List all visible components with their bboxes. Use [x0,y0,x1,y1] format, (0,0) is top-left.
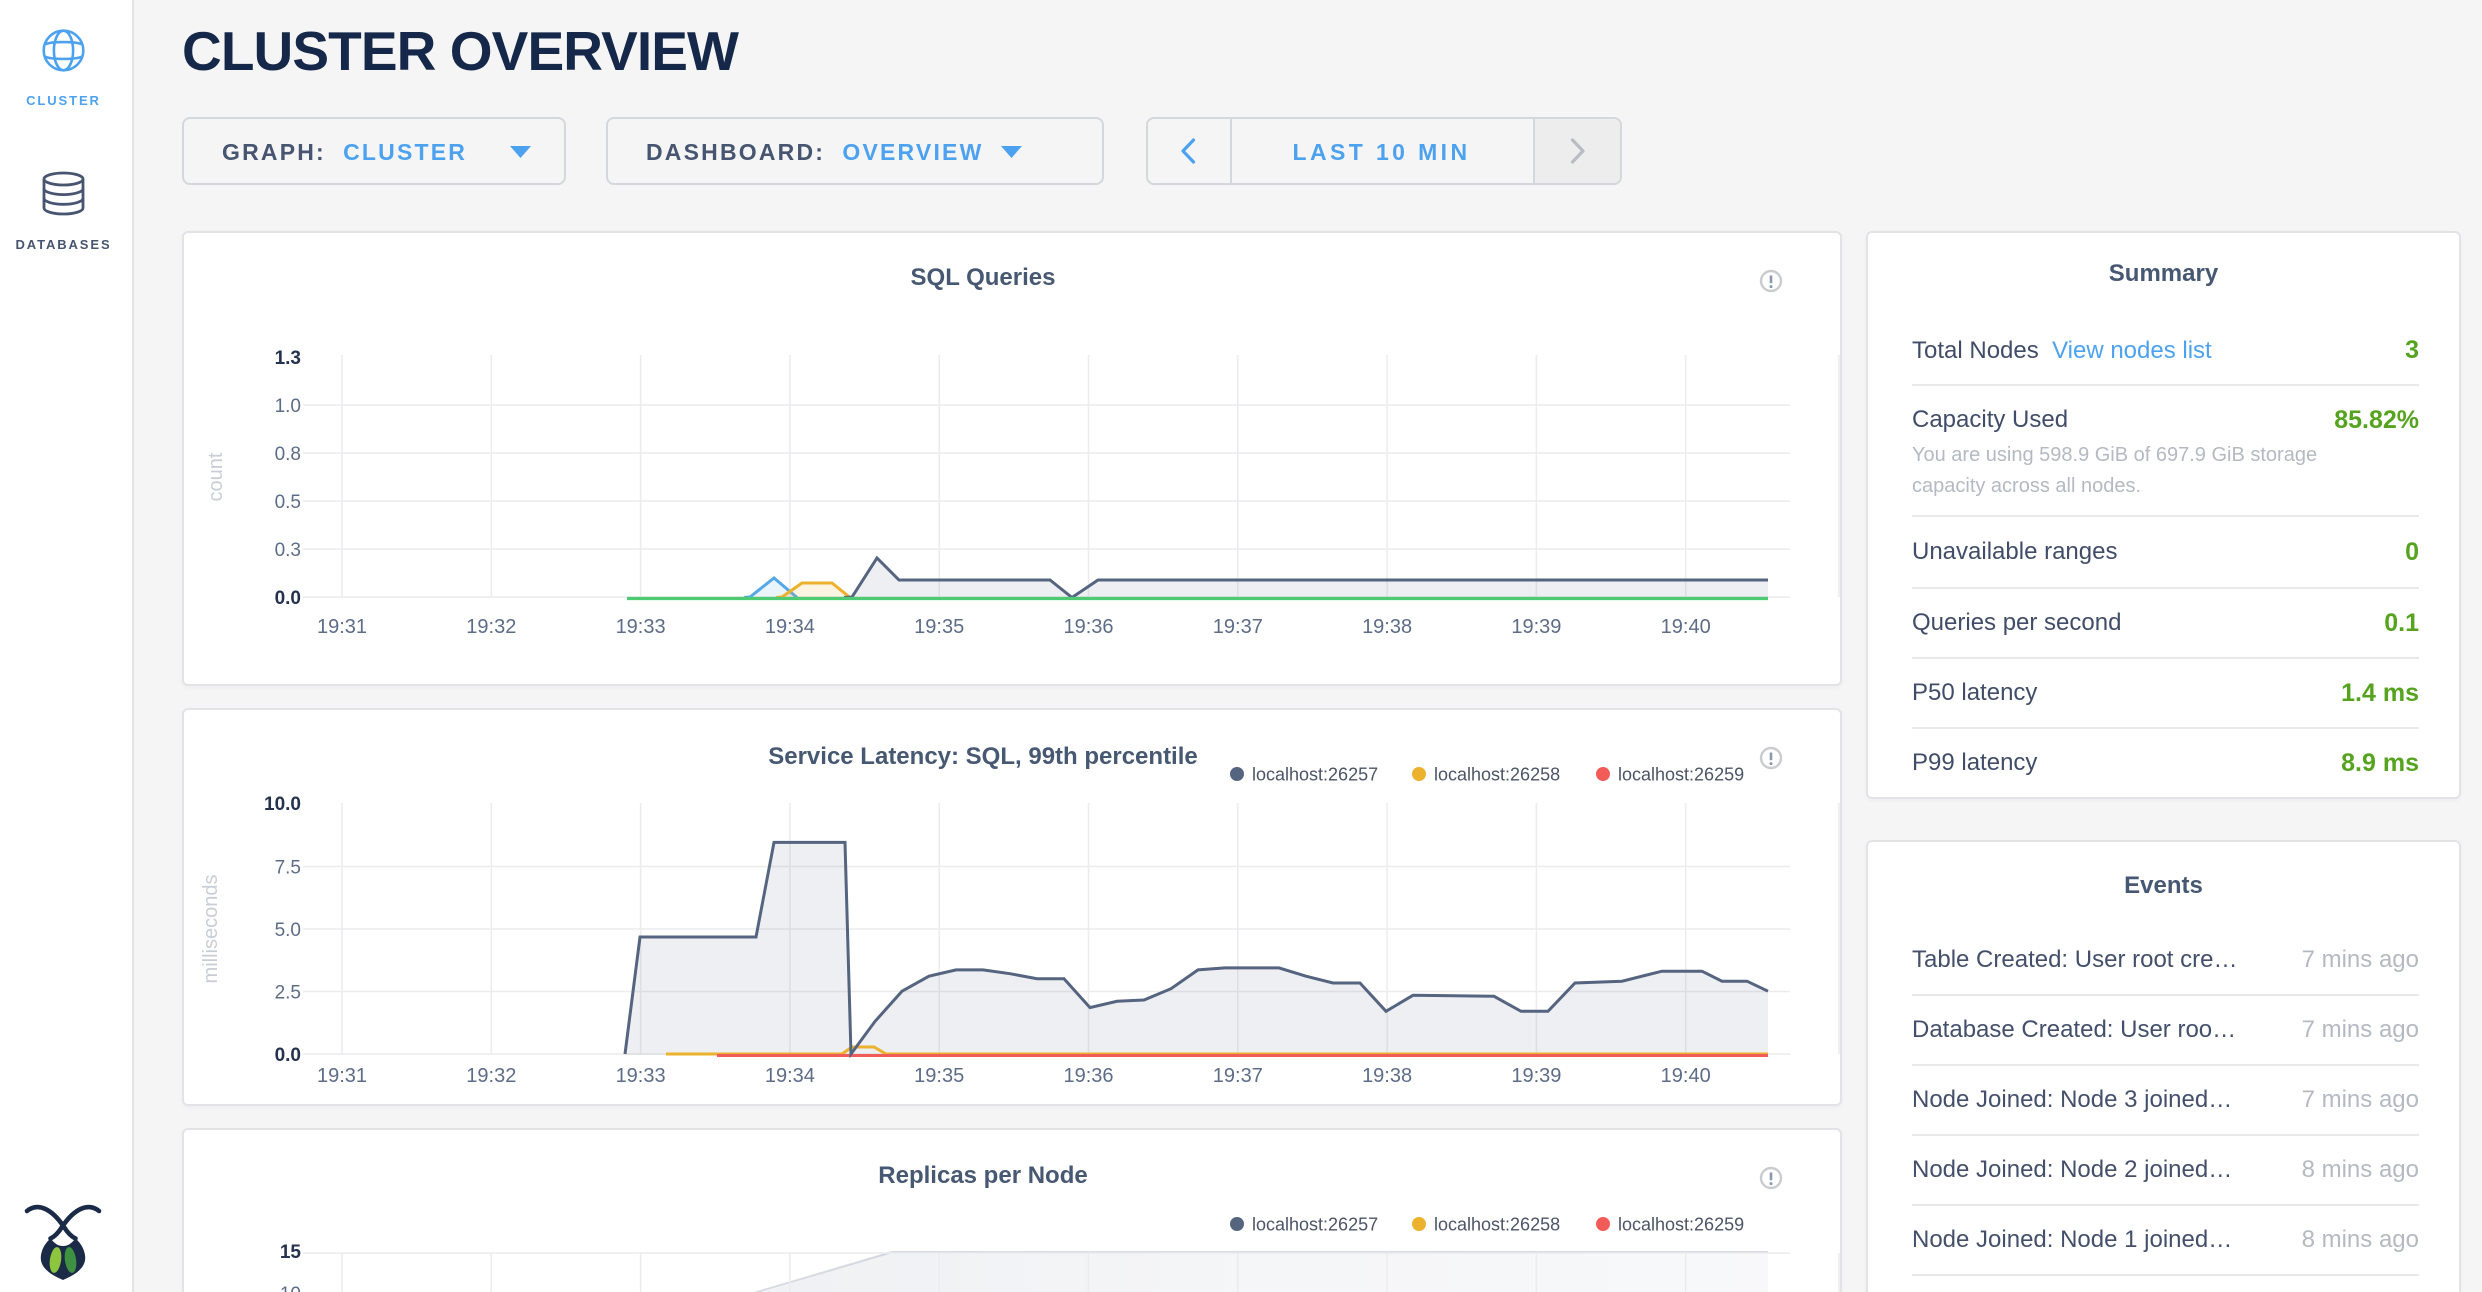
svg-text:localhost:26258: localhost:26258 [1434,1215,1560,1235]
svg-text:19:33: 19:33 [616,1065,666,1087]
svg-text:19:36: 19:36 [1063,1065,1113,1087]
svg-text:19:40: 19:40 [1661,1065,1711,1087]
svg-text:0.0: 0.0 [275,588,301,609]
svg-text:19:34: 19:34 [765,1065,815,1087]
svg-text:19:35: 19:35 [914,1065,964,1087]
svg-text:19:32: 19:32 [466,1065,516,1087]
svg-text:0.5: 0.5 [275,492,301,513]
svg-text:2.5: 2.5 [275,983,301,1004]
svg-text:localhost:26258: localhost:26258 [1434,765,1560,785]
svg-text:19:34: 19:34 [765,616,815,638]
svg-text:count: count [205,452,227,501]
svg-text:1.0: 1.0 [275,396,301,417]
svg-text:localhost:26259: localhost:26259 [1618,765,1744,785]
svg-text:19:36: 19:36 [1063,616,1113,638]
svg-text:5.0: 5.0 [275,920,301,941]
svg-text:7.5: 7.5 [275,858,301,879]
svg-text:localhost:26257: localhost:26257 [1252,1215,1378,1235]
svg-text:19:38: 19:38 [1362,616,1412,638]
svg-text:1.3: 1.3 [275,348,301,369]
svg-text:localhost:26257: localhost:26257 [1252,765,1378,785]
svg-text:SQL Queries: SQL Queries [911,264,1056,291]
svg-text:19:39: 19:39 [1511,1065,1561,1087]
svg-text:15: 15 [280,1242,302,1263]
svg-text:localhost:26259: localhost:26259 [1618,1215,1744,1235]
svg-text:19:35: 19:35 [914,616,964,638]
svg-text:0.8: 0.8 [275,444,301,465]
svg-text:Replicas per Node: Replicas per Node [878,1162,1087,1189]
svg-text:0.0: 0.0 [275,1045,301,1066]
svg-text:19:31: 19:31 [317,616,367,638]
svg-text:19:37: 19:37 [1213,1065,1263,1087]
svg-text:19:31: 19:31 [317,1065,367,1087]
svg-text:19:38: 19:38 [1362,1065,1412,1087]
svg-text:0.3: 0.3 [275,540,301,561]
svg-text:milliseconds: milliseconds [200,875,222,984]
svg-text:19:39: 19:39 [1511,616,1561,638]
svg-text:19:37: 19:37 [1213,616,1263,638]
svg-text:19:32: 19:32 [466,616,516,638]
svg-text:19:33: 19:33 [616,616,666,638]
svg-text:19:40: 19:40 [1661,616,1711,638]
svg-text:Service Latency: SQL, 99th per: Service Latency: SQL, 99th percentile [768,743,1198,770]
svg-text:10.0: 10.0 [264,794,301,815]
svg-text:10: 10 [280,1284,301,1292]
